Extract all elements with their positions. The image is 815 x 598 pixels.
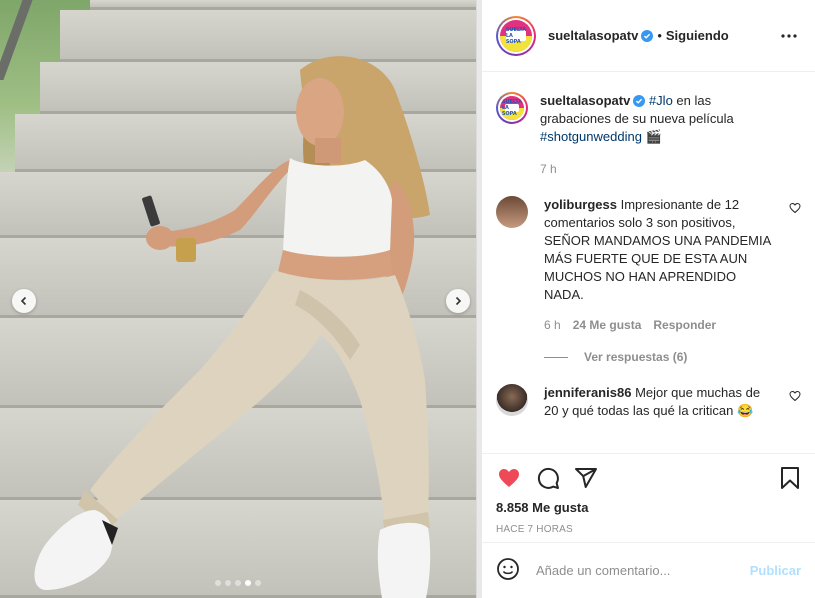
share-button[interactable]: [574, 466, 598, 490]
author-username[interactable]: sueltalasopatv: [548, 28, 638, 43]
hashtag-link[interactable]: #shotgunwedding: [540, 129, 642, 144]
next-image-button[interactable]: [446, 289, 470, 313]
more-options-button[interactable]: [777, 33, 801, 38]
replies-line: [544, 356, 568, 358]
post-actions: 8.858 Me gusta HACE 7 HORAS: [482, 453, 815, 535]
like-comment-button[interactable]: [789, 390, 801, 405]
commenter-username[interactable]: yoliburgess: [544, 197, 617, 212]
commenter-avatar[interactable]: [496, 196, 528, 228]
chevron-right-icon: [455, 296, 462, 306]
verified-badge-icon: [641, 29, 654, 42]
caption-username[interactable]: sueltalasopatv: [540, 93, 630, 108]
more-options-icon: [781, 33, 797, 38]
add-comment-bar: Añade un comentario... Publicar: [482, 542, 815, 598]
view-replies-label: Ver respuestas (6): [584, 350, 688, 364]
author-avatar[interactable]: SUELTA LA SOPA: [496, 15, 536, 56]
comment-bubble-icon: [537, 467, 559, 489]
comment-item: yoliburgess Impresionante de 12 comentar…: [496, 196, 801, 334]
save-button[interactable]: [779, 466, 801, 490]
heart-filled-icon: [499, 469, 519, 487]
reply-button[interactable]: Responder: [653, 316, 716, 334]
caption-time[interactable]: 7 h: [540, 160, 557, 178]
comment-item: jenniferanis86 Mejor que muchas de 20 y …: [496, 384, 801, 420]
author-avatar[interactable]: SUELTA LA SOPA: [496, 92, 528, 124]
likes-count[interactable]: 8.858 Me gusta: [496, 500, 801, 515]
carousel-dot: [225, 580, 231, 586]
post-image[interactable]: [0, 0, 476, 598]
view-replies-button[interactable]: Ver respuestas (6): [544, 350, 801, 364]
comment-likes[interactable]: 24 Me gusta: [573, 316, 642, 334]
verified-badge-icon: [633, 95, 646, 107]
following-button[interactable]: Siguiendo: [666, 28, 729, 43]
smiley-icon: [497, 558, 519, 580]
comment-time[interactable]: 6 h: [544, 316, 561, 334]
carousel-dot: [215, 580, 221, 586]
heart-outline-icon: [789, 390, 801, 402]
comment-input[interactable]: Añade un comentario...: [536, 563, 750, 578]
like-comment-button[interactable]: [789, 202, 801, 217]
carousel-dot: [235, 580, 241, 586]
separator-dot: •: [657, 28, 662, 43]
brand-logo: SUELTA LA SOPA: [500, 96, 524, 120]
carousel-indicator: [0, 580, 476, 586]
paper-plane-icon: [575, 468, 597, 488]
carousel-dot: [255, 580, 261, 586]
heart-outline-icon: [789, 202, 801, 214]
publish-button[interactable]: Publicar: [750, 563, 801, 578]
brand-logo: SUELTA LA SOPA: [500, 19, 532, 52]
commenter-avatar[interactable]: [496, 384, 528, 416]
comment-button[interactable]: [536, 466, 560, 490]
clapperboard-emoji: 🎬: [645, 129, 662, 144]
commenter-username[interactable]: jenniferanis86: [544, 385, 631, 400]
logo-text: SUELTA LA SOPA: [501, 98, 523, 117]
post-header: SUELTA LA SOPA sueltalasopatv • Siguiend…: [482, 0, 815, 72]
hashtag-link[interactable]: #Jlo: [649, 93, 673, 108]
post-details-panel: SUELTA LA SOPA sueltalasopatv • Siguiend…: [482, 0, 815, 598]
comment-text: Impresionante de 12 comentarios solo 3 s…: [544, 197, 771, 302]
logo-text: SUELTA LA SOPA: [505, 26, 527, 45]
comments-list[interactable]: SUELTA LA SOPA sueltalasopatv #Jlo en la…: [482, 72, 815, 453]
chevron-left-icon: [20, 296, 27, 306]
woman-figure: [34, 56, 431, 598]
carousel-dot-active: [245, 580, 251, 586]
emoji-picker-button[interactable]: [496, 557, 520, 584]
bookmark-icon: [781, 467, 799, 489]
previous-image-button[interactable]: [12, 289, 36, 313]
post-timestamp[interactable]: HACE 7 HORAS: [496, 524, 801, 535]
post-caption: SUELTA LA SOPA sueltalasopatv #Jlo en la…: [496, 88, 801, 178]
like-button[interactable]: [496, 466, 522, 490]
